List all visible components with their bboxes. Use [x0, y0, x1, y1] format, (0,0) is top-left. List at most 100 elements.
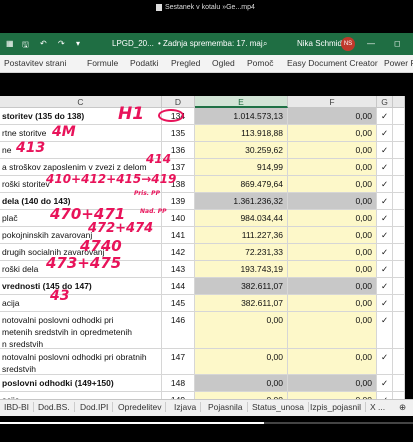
sheet-tab-more[interactable]: X ...: [370, 402, 389, 412]
cell-h[interactable]: [393, 261, 405, 277]
cell-f[interactable]: 0,00: [288, 349, 377, 374]
cell-d[interactable]: 145: [162, 295, 195, 311]
cell-e[interactable]: 869.479,64: [195, 176, 288, 192]
cell-g[interactable]: ✓: [377, 193, 393, 209]
cell-h[interactable]: [393, 349, 405, 374]
cell-f[interactable]: 0,00: [288, 261, 377, 277]
restore-icon[interactable]: ◻: [394, 39, 401, 48]
cell-d[interactable]: 146: [162, 312, 195, 348]
cell-f[interactable]: 0,00: [288, 142, 377, 158]
cell-g[interactable]: ✓: [377, 159, 393, 175]
cell-g[interactable]: ✓: [377, 278, 393, 294]
user-name[interactable]: Nika Schmidt: [297, 39, 344, 48]
cell-f[interactable]: 0,00: [288, 210, 377, 226]
cell-h[interactable]: [393, 176, 405, 192]
cell-f[interactable]: 0,00: [288, 159, 377, 175]
cell-c[interactable]: notovalni poslovni odhodki pri metenih s…: [0, 312, 162, 348]
cell-d[interactable]: 139: [162, 193, 195, 209]
cell-f[interactable]: 0,00: [288, 108, 377, 124]
tab-formulas[interactable]: Formule: [87, 58, 118, 68]
tab-help[interactable]: Pomoč: [247, 58, 273, 68]
cell-e[interactable]: 113.918,88: [195, 125, 288, 141]
cell-g[interactable]: ✓: [377, 108, 393, 124]
cell-f[interactable]: 0,00: [288, 193, 377, 209]
cell-g[interactable]: ✓: [377, 227, 393, 243]
cell-d[interactable]: 148: [162, 375, 195, 391]
tab-review[interactable]: Pregled: [171, 58, 200, 68]
cell-e[interactable]: 1.361.236,32: [195, 193, 288, 209]
cell-e[interactable]: 30.259,62: [195, 142, 288, 158]
cell-e[interactable]: 0,00: [195, 312, 288, 348]
tab-easy-document-creator[interactable]: Easy Document Creator: [287, 58, 378, 68]
cell-g[interactable]: ✓: [377, 261, 393, 277]
cell-d[interactable]: 147: [162, 349, 195, 374]
cell-e[interactable]: 914,99: [195, 159, 288, 175]
video-progress-bar[interactable]: [0, 422, 413, 424]
sheet-tab-pojasnila[interactable]: Pojasnila: [208, 402, 248, 412]
column-header-f[interactable]: F: [288, 96, 377, 108]
sheet-tab-ibd-bi[interactable]: IBD-BI: [4, 402, 35, 412]
cell-e[interactable]: 984.034,44: [195, 210, 288, 226]
cell-c[interactable]: rtne storitve: [0, 125, 162, 141]
cell-e[interactable]: 1.014.573,13: [195, 108, 288, 124]
column-header-d[interactable]: D: [162, 96, 195, 108]
cell-f[interactable]: 0,00: [288, 375, 377, 391]
cell-g[interactable]: ✓: [377, 210, 393, 226]
cell-e[interactable]: 382.611,07: [195, 295, 288, 311]
cell-f[interactable]: 0,00: [288, 227, 377, 243]
cell-c[interactable]: notovalni poslovni odhodki pri obratnih …: [0, 349, 162, 374]
cell-f[interactable]: 0,00: [288, 312, 377, 348]
cell-h[interactable]: [393, 375, 405, 391]
sheet-tab-opredelitev[interactable]: Opredelitev: [118, 402, 167, 412]
cell-e[interactable]: 0,00: [195, 349, 288, 374]
cell-c[interactable]: acija: [0, 295, 162, 311]
cell-d[interactable]: 135: [162, 125, 195, 141]
tab-data[interactable]: Podatki: [130, 58, 158, 68]
tab-power-pivot[interactable]: Power Pi: [384, 58, 413, 68]
sheet-tab-izpis-pojasnil[interactable]: Izpis_pojasnil: [310, 402, 367, 412]
cell-h[interactable]: [393, 193, 405, 209]
avatar[interactable]: NS: [341, 37, 355, 51]
sheet-tab-dod-ipi[interactable]: Dod.IPI: [80, 402, 114, 412]
cell-h[interactable]: [393, 227, 405, 243]
cell-d[interactable]: 143: [162, 261, 195, 277]
cell-g[interactable]: ✓: [377, 295, 393, 311]
cell-e[interactable]: 72.231,33: [195, 244, 288, 260]
search-icon[interactable]: ⌕: [263, 39, 267, 49]
cell-f[interactable]: 0,00: [288, 295, 377, 311]
cell-h[interactable]: [393, 278, 405, 294]
tab-page-layout[interactable]: Postavitev strani: [4, 58, 66, 68]
cell-e[interactable]: 382.611,07: [195, 278, 288, 294]
cell-d[interactable]: 141: [162, 227, 195, 243]
column-header-h[interactable]: [393, 96, 405, 108]
redo-icon[interactable]: ↷: [58, 39, 65, 48]
cell-h[interactable]: [393, 295, 405, 311]
save-icon[interactable]: 🖫: [22, 39, 29, 53]
cell-h[interactable]: [393, 210, 405, 226]
cell-g[interactable]: ✓: [377, 244, 393, 260]
saved-status[interactable]: • Zadnja sprememba: 17. maj: [158, 39, 263, 48]
cell-e[interactable]: 0,00: [195, 375, 288, 391]
cell-e[interactable]: 111.227,36: [195, 227, 288, 243]
cell-g[interactable]: ✓: [377, 312, 393, 348]
cell-h[interactable]: [393, 159, 405, 175]
cell-f[interactable]: 0,00: [288, 278, 377, 294]
tab-view[interactable]: Ogled: [212, 58, 235, 68]
cell-f[interactable]: 0,00: [288, 244, 377, 260]
file-name[interactable]: LPGD_20...: [112, 39, 154, 48]
cell-c[interactable]: vrednosti (145 do 147): [0, 278, 162, 294]
cell-e[interactable]: 193.743,19: [195, 261, 288, 277]
sheet-tab-izjava[interactable]: Izjava: [174, 402, 202, 412]
cell-g[interactable]: ✓: [377, 176, 393, 192]
cell-c[interactable]: poslovni odhodki (149+150): [0, 375, 162, 391]
cell-d[interactable]: 144: [162, 278, 195, 294]
undo-icon[interactable]: ↶: [40, 39, 47, 48]
cell-h[interactable]: [393, 108, 405, 124]
sheet-tab-dod-bs[interactable]: Dod.BS.: [38, 402, 75, 412]
cell-h[interactable]: [393, 125, 405, 141]
cell-g[interactable]: ✓: [377, 349, 393, 374]
cell-g[interactable]: ✓: [377, 375, 393, 391]
minimize-icon[interactable]: —: [367, 39, 375, 48]
add-sheet-icon[interactable]: ⊕: [399, 402, 410, 413]
cell-h[interactable]: [393, 142, 405, 158]
